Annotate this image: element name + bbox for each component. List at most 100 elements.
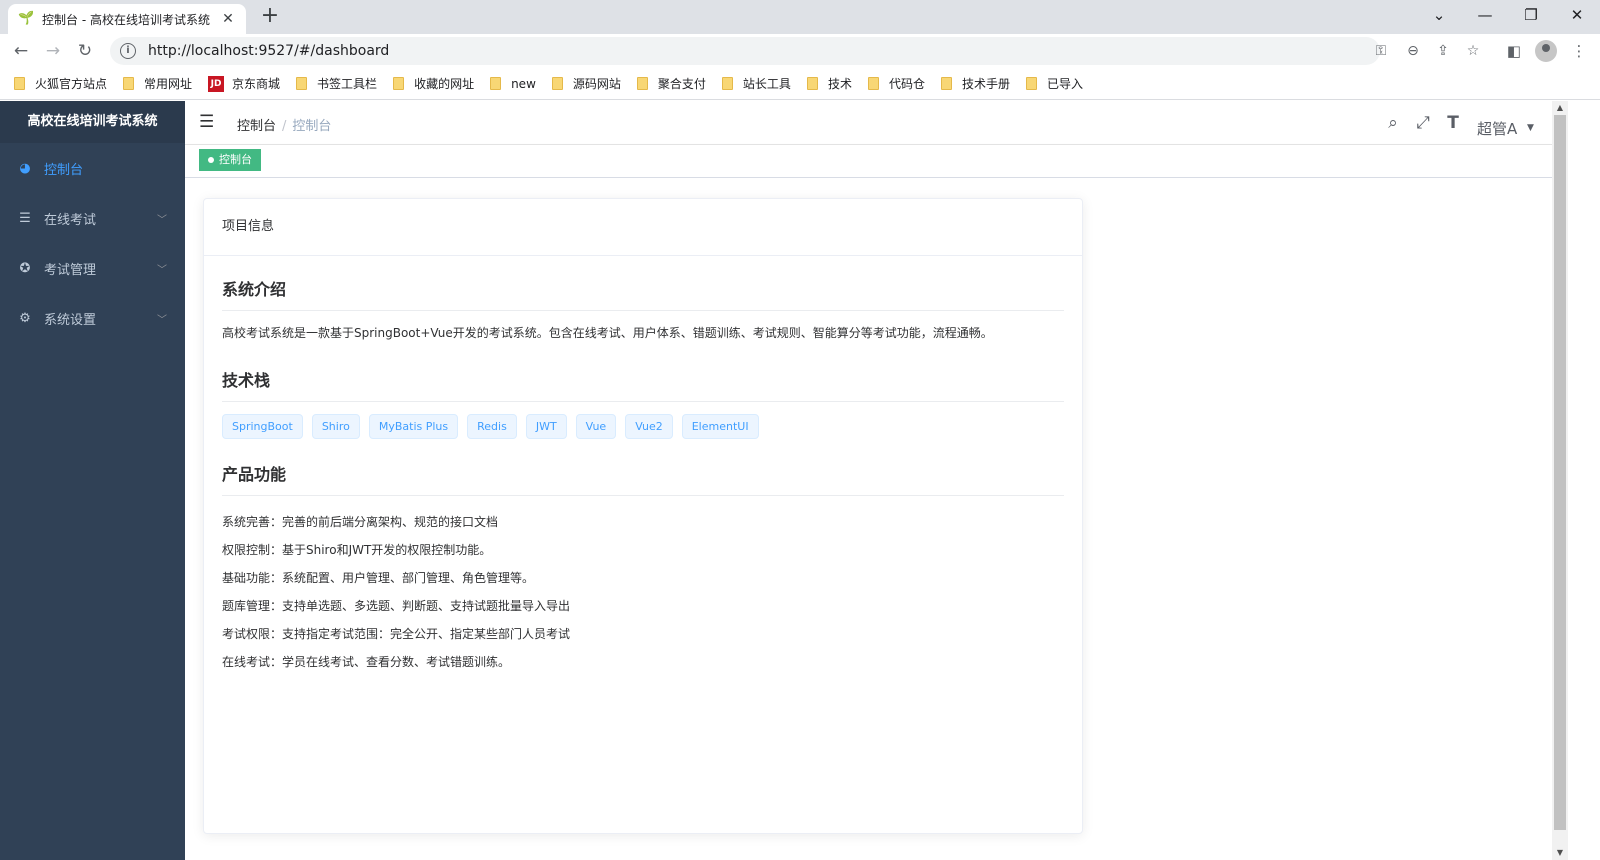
dashboard-icon: ◕ bbox=[19, 160, 31, 176]
bookmark-item[interactable]: JD 京东商城 bbox=[208, 75, 280, 92]
bookmark-item[interactable]: 聚合支付 bbox=[636, 75, 706, 92]
card-header: 项目信息 bbox=[204, 199, 1082, 256]
new-tab-button[interactable]: + bbox=[258, 5, 282, 29]
bookmark-item[interactable]: 站长工具 bbox=[721, 75, 791, 92]
breadcrumb: 控制台 / 控制台 bbox=[237, 115, 331, 134]
breadcrumb-item[interactable]: 控制台 bbox=[237, 119, 276, 134]
star-icon[interactable]: ☆ bbox=[1462, 37, 1484, 65]
bookmark-item[interactable]: 技术 bbox=[806, 75, 852, 92]
project-info-card: 项目信息 系统介绍 高校考试系统是一款基于SpringBoot+Vue开发的考试… bbox=[203, 198, 1083, 834]
folder-icon bbox=[636, 77, 648, 90]
sidebar-item-dashboard[interactable]: ◕ 控制台 bbox=[0, 143, 185, 193]
list-icon: ☰ bbox=[19, 210, 31, 226]
feature-item: 系统完善：完善的前后端分离架构、规范的接口文档 bbox=[222, 515, 499, 529]
browser-tabbar: 🌱 控制台 - 高校在线培训考试系统 ✕ + ⌄ — ❐ ✕ bbox=[0, 0, 1600, 34]
chevron-down-icon[interactable]: ⌄ bbox=[1416, 0, 1462, 30]
gear-icon: ⚙ bbox=[19, 310, 31, 326]
tech-tag: ElementUI bbox=[681, 414, 759, 439]
feature-item: 基础功能：系统配置、用户管理、部门管理、角色管理等。 bbox=[222, 571, 535, 585]
url-text: http://localhost:9527/#/dashboard bbox=[148, 43, 390, 59]
menu-dots-icon[interactable]: ⋮ bbox=[1568, 40, 1590, 62]
tech-tag: SpringBoot bbox=[222, 414, 303, 439]
breadcrumb-separator: / bbox=[282, 119, 287, 134]
sidebar-item-label: 在线考试 bbox=[44, 212, 97, 228]
chevron-down-icon: ﹀ bbox=[157, 215, 167, 226]
folder-icon bbox=[721, 77, 733, 90]
folder-icon bbox=[14, 77, 25, 90]
info-icon[interactable]: i bbox=[120, 43, 136, 59]
bookmark-item[interactable]: 技术手册 bbox=[940, 75, 1010, 92]
hamburger-icon[interactable]: ☰ bbox=[199, 113, 217, 131]
intro-text: 高校考试系统是一款基于SpringBoot+Vue开发的考试系统。包含在线考试、… bbox=[222, 326, 993, 340]
tag-label: 控制台 bbox=[219, 153, 252, 166]
caret-down-icon[interactable]: ▼ bbox=[1527, 123, 1534, 133]
folder-icon bbox=[940, 77, 952, 90]
tech-tag: MyBatis Plus bbox=[368, 414, 459, 439]
bookmark-item[interactable]: 收藏的网址 bbox=[393, 75, 474, 92]
bookmark-item[interactable]: 代码仓 bbox=[867, 75, 925, 92]
font-size-icon[interactable]: T bbox=[1443, 113, 1463, 133]
feature-item: 题库管理：支持单选题、多选题、判断题、支持试题批量导入导出 bbox=[222, 599, 571, 613]
feature-item: 在线考试：学员在线考试、查看分数、考试错题训练。 bbox=[222, 655, 511, 669]
back-icon[interactable]: ← bbox=[10, 40, 32, 62]
zoom-icon[interactable]: ⊖ bbox=[1402, 37, 1424, 65]
share-icon[interactable]: ⇪ bbox=[1432, 37, 1454, 65]
scroll-up-icon[interactable]: ▲ bbox=[1552, 101, 1568, 115]
fullscreen-icon[interactable]: ⤢ bbox=[1413, 113, 1433, 133]
user-menu[interactable]: 超管A bbox=[1477, 118, 1517, 139]
chevron-down-icon: ﹀ bbox=[157, 315, 167, 326]
tech-title: 技术栈 bbox=[222, 351, 1064, 402]
restore-button[interactable]: ❐ bbox=[1508, 0, 1554, 30]
main-content: 项目信息 系统介绍 高校考试系统是一款基于SpringBoot+Vue开发的考试… bbox=[185, 178, 1552, 860]
tags-view: 控制台 bbox=[185, 145, 1552, 178]
sidebar-item-online-exam[interactable]: ☰ 在线考试 ﹀ bbox=[0, 193, 185, 243]
bookmark-item[interactable]: 火狐官方站点 bbox=[14, 75, 107, 92]
bookmark-item[interactable]: 已导入 bbox=[1025, 75, 1083, 92]
bookmark-item[interactable]: 常用网址 bbox=[123, 75, 192, 92]
key-icon[interactable]: ⚿ bbox=[1370, 37, 1392, 65]
address-bar[interactable]: i http://localhost:9527/#/dashboard ⚿ ⊖ … bbox=[110, 37, 1479, 65]
bookmarks-bar: 火狐官方站点 常用网址 JD 京东商城 书签工具栏 收藏的网址 new 源码网站 … bbox=[0, 68, 1600, 100]
browser-toolbar: ← → ↻ i http://localhost:9527/#/dashboar… bbox=[0, 34, 1600, 68]
scroll-thumb[interactable] bbox=[1554, 115, 1566, 830]
minimize-button[interactable]: — bbox=[1462, 0, 1508, 30]
sidebar-item-label: 系统设置 bbox=[44, 312, 97, 328]
tag-dashboard[interactable]: 控制台 bbox=[199, 149, 261, 171]
folder-icon bbox=[296, 77, 308, 90]
scroll-down-icon[interactable]: ▼ bbox=[1552, 846, 1568, 860]
app-navbar: ☰ 控制台 / 控制台 ⌕ ⤢ T 超管A ▼ bbox=[185, 101, 1552, 145]
bookmark-item[interactable]: new bbox=[490, 77, 536, 91]
browser-tab[interactable]: 🌱 控制台 - 高校在线培训考试系统 ✕ bbox=[8, 4, 246, 34]
sidebar: 高校在线培训考试系统 ◕ 控制台 ☰ 在线考试 ﹀ ✪ 考试管理 ﹀ ⚙ 系统设… bbox=[0, 101, 185, 860]
reload-icon[interactable]: ↻ bbox=[74, 40, 96, 62]
tech-tag: Shiro bbox=[311, 414, 360, 439]
search-icon[interactable]: ⌕ bbox=[1383, 113, 1403, 133]
sidebar-item-label: 考试管理 bbox=[44, 262, 97, 278]
features-title: 产品功能 bbox=[222, 445, 1064, 496]
app-logo[interactable]: 高校在线培训考试系统 bbox=[0, 101, 185, 143]
tech-tag: Vue bbox=[575, 414, 617, 439]
folder-icon bbox=[1025, 77, 1037, 90]
page-scrollbar[interactable]: ▲ ▼ bbox=[1552, 101, 1568, 860]
bookmark-item[interactable]: 书签工具栏 bbox=[296, 75, 377, 92]
side-panel-icon[interactable]: ◧ bbox=[1503, 40, 1525, 62]
tech-tag: Vue2 bbox=[625, 414, 673, 439]
dot-icon bbox=[208, 157, 214, 163]
tech-stack-list: SpringBoot Shiro MyBatis Plus Redis JWT … bbox=[222, 414, 1064, 439]
chevron-down-icon: ﹀ bbox=[157, 265, 167, 276]
sidebar-item-label: 控制台 bbox=[44, 162, 84, 178]
sidebar-item-system-settings[interactable]: ⚙ 系统设置 ﹀ bbox=[0, 293, 185, 343]
sidebar-item-exam-management[interactable]: ✪ 考试管理 ﹀ bbox=[0, 243, 185, 293]
bookmark-item[interactable]: 源码网站 bbox=[551, 75, 621, 92]
folder-icon bbox=[393, 77, 405, 90]
profile-avatar[interactable] bbox=[1535, 40, 1557, 62]
forward-icon[interactable]: → bbox=[42, 40, 64, 62]
breadcrumb-item-current: 控制台 bbox=[292, 119, 332, 134]
close-icon[interactable]: ✕ bbox=[220, 11, 236, 27]
close-window-button[interactable]: ✕ bbox=[1554, 0, 1600, 30]
folder-icon bbox=[490, 77, 502, 90]
feature-item: 考试权限：支持指定考试范围：完全公开、指定某些部门人员考试 bbox=[222, 627, 571, 641]
folder-icon bbox=[123, 77, 135, 90]
jd-icon: JD bbox=[208, 75, 225, 92]
feature-item: 权限控制：基于Shiro和JWT开发的权限控制功能。 bbox=[222, 543, 492, 557]
